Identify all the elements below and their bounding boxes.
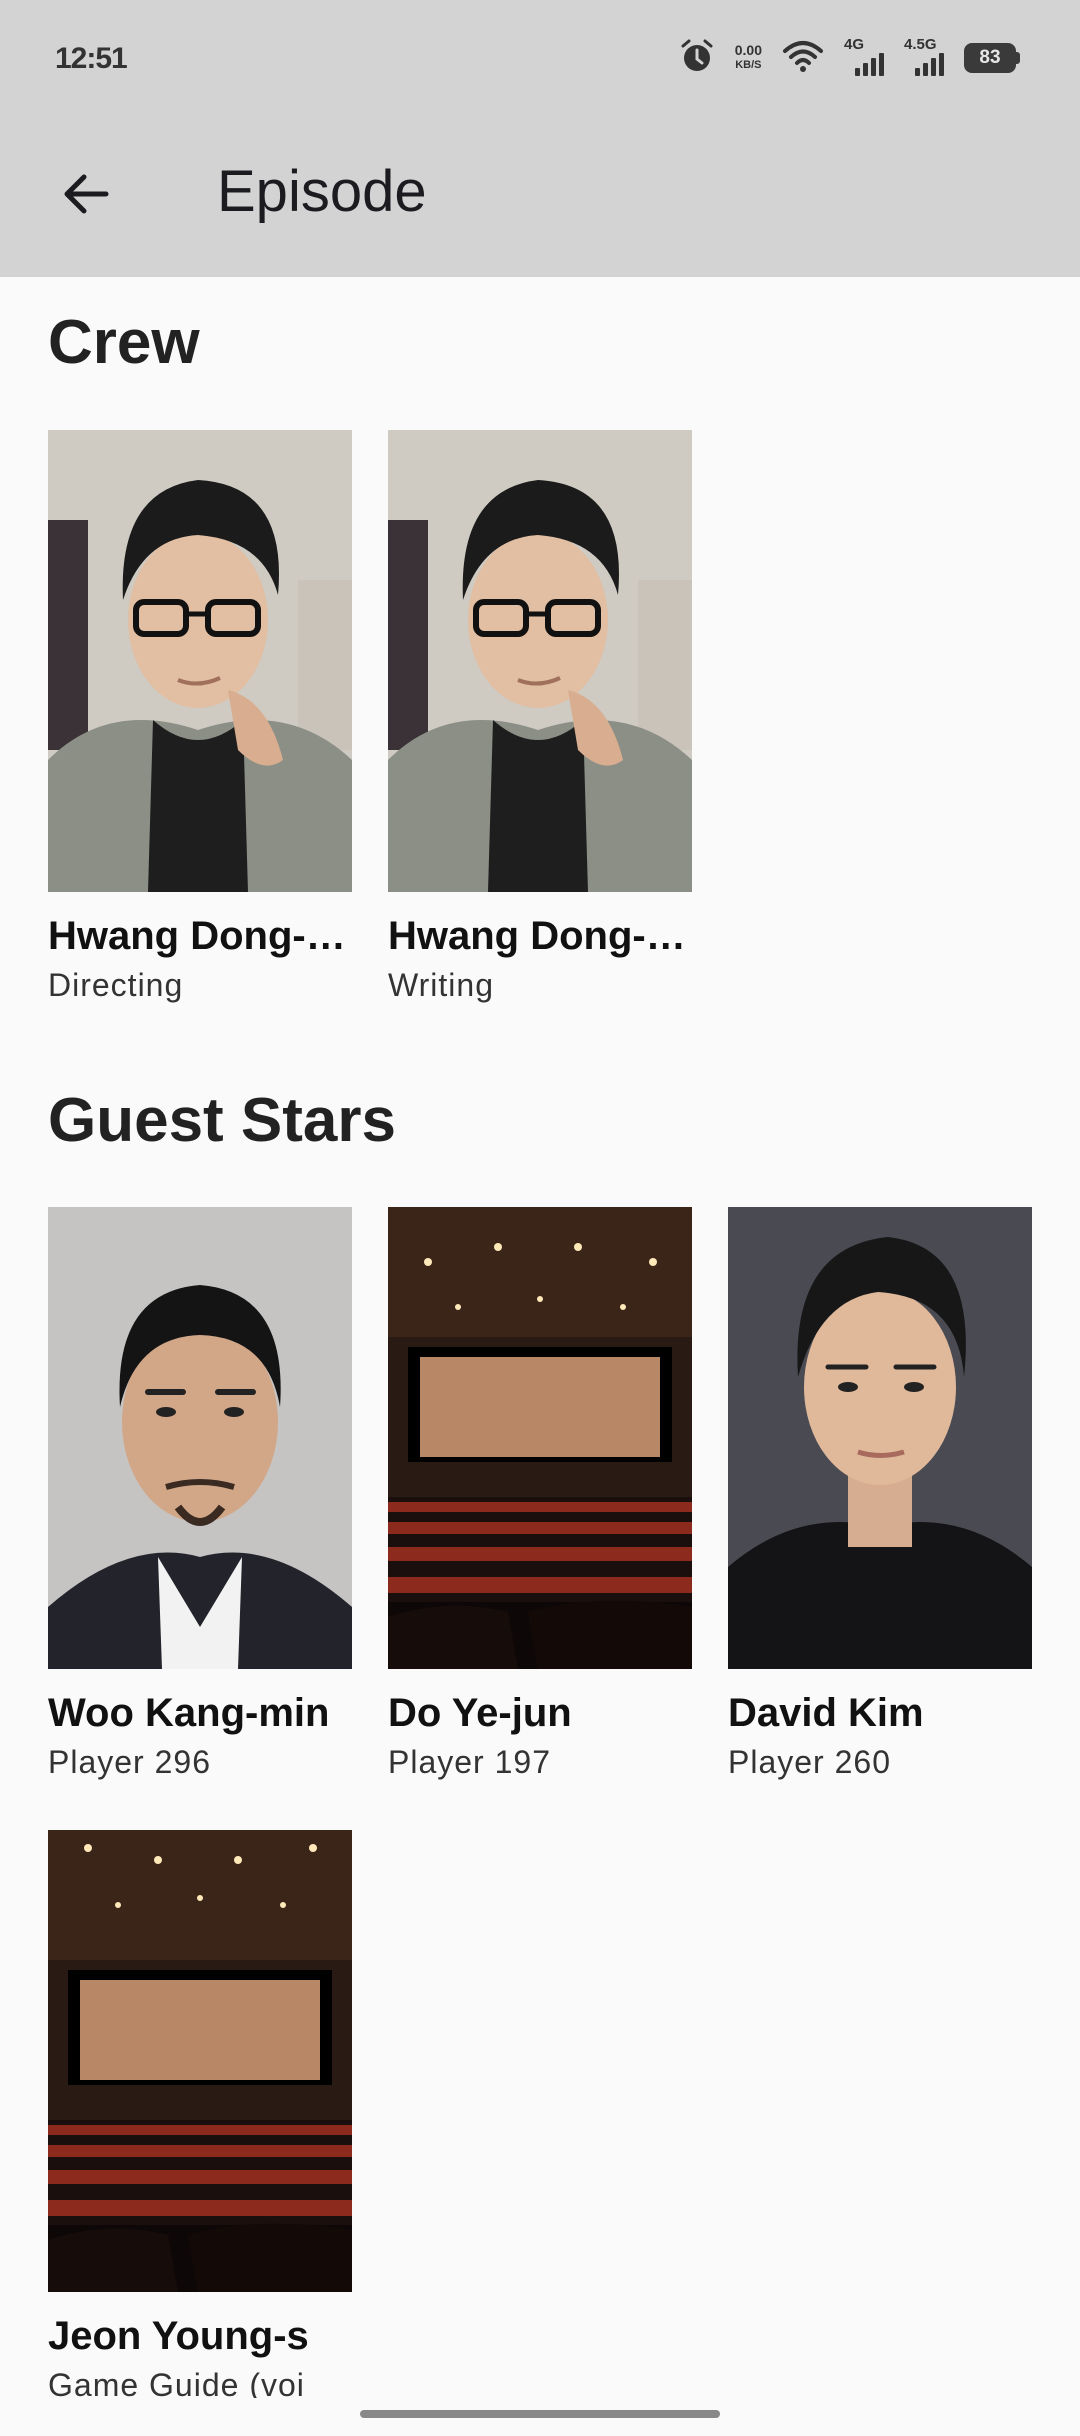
alarm-icon bbox=[679, 38, 715, 79]
theater-placeholder-image bbox=[48, 1830, 352, 2292]
signal-icon-1: 4G bbox=[844, 36, 884, 78]
guest-star-card[interactable]: Do Ye-jun Player 197 bbox=[388, 1207, 692, 1781]
person-role: Writing bbox=[388, 967, 494, 1003]
person-role: Player 296 bbox=[48, 1744, 211, 1780]
person-photo bbox=[728, 1207, 1032, 1669]
battery-level: 83 bbox=[964, 43, 1016, 73]
home-indicator[interactable] bbox=[360, 2410, 720, 2418]
person-role: Directing bbox=[48, 967, 184, 1003]
wifi-icon bbox=[782, 39, 824, 78]
guest-star-card[interactable]: Jeon Young-s Game Guide (voi bbox=[48, 1830, 352, 2398]
page-title: Episode bbox=[217, 159, 427, 224]
person-role: Game Guide (voi bbox=[48, 2367, 305, 2398]
person-name: Hwang Dong-hyuk bbox=[388, 914, 692, 958]
person-photo bbox=[48, 1207, 352, 1669]
person-role: Player 260 bbox=[728, 1744, 891, 1780]
guest-star-card[interactable]: David Kim Player 260 bbox=[728, 1207, 1032, 1781]
person-photo bbox=[48, 430, 352, 892]
signal-label-2: 4.5G bbox=[904, 36, 937, 53]
status-time: 12:51 bbox=[55, 42, 128, 75]
signal-label-1: 4G bbox=[844, 36, 865, 53]
guest-star-card[interactable]: Woo Kang-min Player 296 bbox=[48, 1207, 352, 1781]
theater-placeholder-image bbox=[388, 1207, 692, 1669]
person-role: Player 197 bbox=[388, 1744, 551, 1780]
crew-card[interactable]: Hwang Dong-hyuk Directing bbox=[48, 430, 352, 1004]
episode-credits: Crew Hwang Dong-hyuk Directing bbox=[0, 277, 1080, 2398]
crew-section-title: Crew bbox=[48, 308, 200, 377]
arrow-left-icon bbox=[58, 166, 114, 227]
guest-stars-section-title: Guest Stars bbox=[48, 1086, 397, 1155]
person-name: Woo Kang-min bbox=[48, 1691, 330, 1735]
battery-icon: 83 bbox=[964, 43, 1020, 73]
person-name: David Kim bbox=[728, 1691, 924, 1735]
net-speed-unit: KB/S bbox=[735, 59, 762, 71]
person-name: Do Ye-jun bbox=[388, 1691, 572, 1735]
person-name: Jeon Young-s bbox=[48, 2314, 309, 2358]
net-speed-value: 0.00 bbox=[734, 42, 762, 58]
crew-card[interactable]: Hwang Dong-hyuk Writing bbox=[388, 430, 692, 1004]
status-icons: 0.00 KB/S 4G 4.5G 83 bbox=[679, 36, 1020, 80]
person-photo bbox=[388, 430, 692, 892]
signal-icon-2: 4.5G bbox=[904, 36, 944, 78]
net-speed: 0.00 KB/S bbox=[735, 43, 762, 73]
back-button[interactable] bbox=[38, 148, 134, 244]
person-name: Hwang Dong-hyuk bbox=[48, 914, 352, 958]
top-bar: 12:51 0.00 KB/S 4G 4.5G 83 Episode bbox=[0, 0, 1080, 277]
